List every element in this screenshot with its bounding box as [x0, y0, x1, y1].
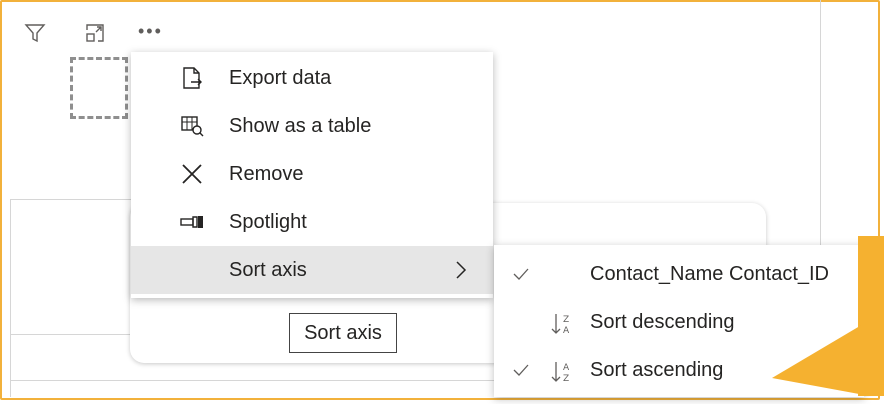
focus-mode-icon[interactable] [84, 22, 106, 44]
svg-text:A: A [563, 326, 570, 336]
svg-text:Z: Z [563, 315, 569, 325]
menu-item-label: Sort axis [229, 258, 307, 281]
menu-item-spotlight[interactable]: Spotlight [131, 198, 493, 246]
menu-item-label: Export data [229, 66, 332, 89]
menu-item-sort-axis[interactable]: Sort axis [131, 246, 493, 294]
spotlight-icon [179, 210, 205, 234]
menu-item-label: Spotlight [229, 210, 307, 233]
submenu-item-label: Sort ascending [590, 359, 724, 381]
visual-selection-box [70, 57, 128, 119]
divider-horizontal [10, 380, 494, 381]
divider-horizontal [10, 199, 132, 200]
menu-item-export-data[interactable]: Export data [131, 54, 493, 102]
menu-item-label: Show as a table [229, 114, 372, 137]
checkmark-icon [512, 361, 530, 379]
menu-item-show-as-table[interactable]: Show as a table [131, 102, 493, 150]
divider-vertical [820, 0, 821, 245]
chevron-right-icon [451, 259, 471, 281]
submenu-item-label: Sort descending [590, 311, 735, 333]
svg-text:Z: Z [563, 374, 569, 384]
tooltip: Sort axis [289, 313, 397, 353]
divider-vertical [10, 199, 11, 397]
sort-descending-icon: ZA [550, 311, 576, 337]
menu-item-remove[interactable]: Remove [131, 150, 493, 198]
close-icon [179, 162, 205, 186]
more-options-icon[interactable]: ••• [138, 22, 163, 40]
svg-text:A: A [563, 363, 570, 373]
show-as-table-icon [179, 114, 205, 138]
menu-item-label: Remove [229, 162, 304, 185]
context-menu: Export data Show as a table Remove Spotl… [131, 52, 493, 298]
export-data-icon [179, 66, 205, 90]
filter-icon[interactable] [24, 22, 46, 44]
checkmark-icon [512, 265, 530, 283]
sort-ascending-icon: AZ [550, 359, 576, 385]
annotation-arrow [772, 236, 884, 396]
